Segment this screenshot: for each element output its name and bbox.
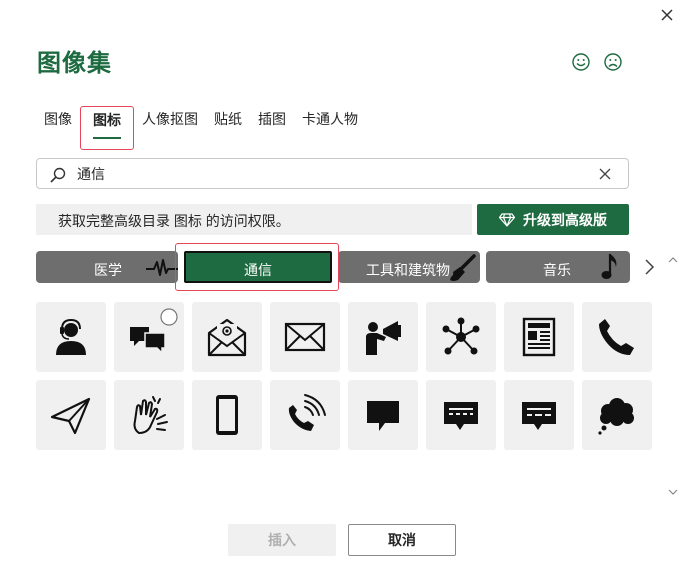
search-icon [50, 167, 66, 183]
heartbeat-icon [146, 259, 178, 276]
tab-icons[interactable]: 图标 [80, 106, 134, 150]
icon-tile[interactable] [504, 380, 574, 450]
search-input[interactable] [77, 164, 577, 184]
chevron-right-icon[interactable] [641, 256, 657, 278]
dialog-title: 图像集 [37, 50, 112, 77]
icon-tile[interactable] [348, 302, 418, 372]
category-strip: 医学 通信 工具和建筑物 音乐 [36, 251, 630, 283]
envelope-icon [284, 322, 326, 352]
email-envelope-icon [207, 318, 247, 357]
icon-tile[interactable] [36, 380, 106, 450]
tab-cartoon-people[interactable]: 卡通人物 [294, 106, 366, 150]
music-note-icon [601, 254, 617, 279]
upgrade-button[interactable]: 升级到高级版 [477, 204, 629, 235]
smartphone-icon [216, 395, 238, 435]
close-button[interactable] [655, 3, 679, 27]
diamond-icon [499, 212, 515, 227]
category-medical[interactable]: 医学 [36, 251, 178, 283]
tab-stickers[interactable]: 贴纸 [206, 106, 250, 150]
cancel-button[interactable]: 取消 [348, 524, 456, 556]
speech-bubble-icon [367, 401, 399, 431]
category-tools-buildings[interactable]: 工具和建筑物 [338, 251, 480, 283]
icon-tile[interactable] [192, 302, 262, 372]
tab-images[interactable]: 图像 [36, 106, 80, 150]
category-label: 医学 [94, 262, 122, 278]
phone-handset-icon [599, 319, 634, 355]
icon-tile[interactable] [270, 302, 340, 372]
category-music[interactable]: 音乐 [486, 251, 630, 283]
category-label: 音乐 [543, 262, 571, 278]
paintbrush-icon [450, 254, 476, 281]
badge-circle-icon [160, 308, 178, 326]
premium-notice: 获取完整高级目录 图标 的访问权限。 [36, 204, 472, 235]
thought-cloud-icon [598, 398, 634, 435]
close-icon [661, 9, 673, 21]
search-box [36, 158, 629, 189]
network-hub-icon [442, 317, 480, 355]
message-bubble-text-icon [522, 402, 556, 430]
upgrade-label: 升级到高级版 [523, 211, 607, 228]
insert-button[interactable]: 插入 [228, 524, 336, 556]
category-label: 通信 [244, 262, 272, 278]
paper-plane-icon [50, 397, 91, 435]
tab-bar: 图像 图标 人像抠图 贴纸 插图 卡通人物 [36, 106, 366, 150]
category-communication[interactable]: 通信 [184, 251, 332, 283]
clear-icon[interactable] [596, 165, 614, 183]
newspaper-icon [522, 317, 556, 357]
icon-tile[interactable] [582, 302, 652, 372]
sign-language-icon [133, 396, 168, 435]
icon-tile[interactable] [426, 380, 496, 450]
icon-tile[interactable] [504, 302, 574, 372]
scroll-down-icon[interactable] [667, 487, 679, 497]
headset-agent-icon [56, 318, 86, 355]
icon-tile[interactable] [36, 302, 106, 372]
phone-ringing-icon [288, 394, 326, 431]
premium-notice-text: 获取完整高级目录 图标 的访问权限。 [58, 213, 290, 229]
icon-tile[interactable] [348, 380, 418, 450]
scroll-up-icon[interactable] [667, 255, 679, 265]
message-bubble-icon [444, 402, 478, 430]
smiley-icon[interactable] [571, 52, 591, 72]
icon-tile[interactable] [192, 380, 262, 450]
megaphone-person-icon [366, 321, 401, 355]
category-label: 工具和建筑物 [366, 262, 450, 278]
frown-icon[interactable] [603, 52, 623, 72]
icon-tile[interactable] [582, 380, 652, 450]
icon-tile[interactable] [114, 380, 184, 450]
icon-tile[interactable] [426, 302, 496, 372]
icon-tile[interactable] [270, 380, 340, 450]
tab-illustrations[interactable]: 插图 [250, 106, 294, 150]
tab-cutout-people[interactable]: 人像抠图 [134, 106, 206, 150]
